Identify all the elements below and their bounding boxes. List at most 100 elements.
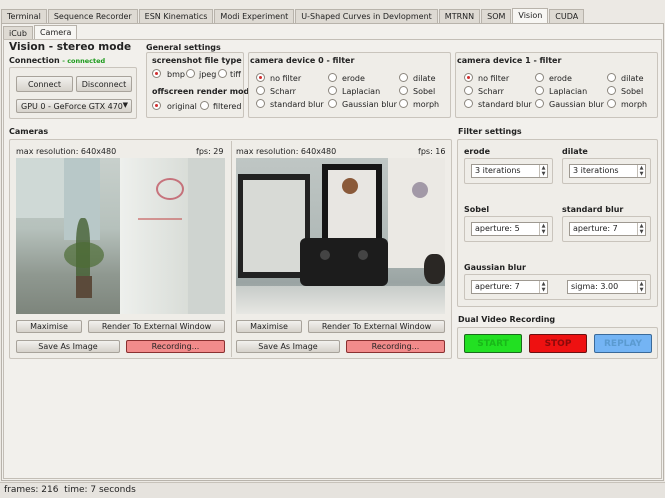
gpu-select-value: GPU 0 - GeForce GTX 470 [21, 101, 123, 111]
gaussian-sigma-spinbox[interactable]: sigma: 3.00 ▲ ▼ [567, 280, 646, 294]
tab-camera[interactable]: Camera [33, 25, 78, 40]
label-bmp: bmp [167, 70, 185, 79]
tab-vision[interactable]: Vision [512, 8, 549, 23]
camera0-view [16, 158, 225, 314]
tab-icub[interactable]: iCub [3, 26, 33, 40]
radio-tiff[interactable] [218, 69, 227, 78]
spin-arrows-icon[interactable]: ▲ ▼ [637, 223, 645, 235]
cam0-maximise-button[interactable]: Maximise [16, 320, 82, 333]
dilate-spinbox[interactable]: 3 iterations ▲ ▼ [569, 164, 646, 178]
f1-radio-standard-blur[interactable] [464, 99, 473, 108]
general-settings-title: General settings [146, 43, 221, 52]
tab-mtrnn[interactable]: MTRNN [438, 9, 481, 23]
spin-arrows-icon[interactable]: ▲ ▼ [539, 281, 547, 293]
camera1-view [236, 158, 445, 314]
cam1-maximise-button[interactable]: Maximise [236, 320, 302, 333]
f1-radio-sobel[interactable] [607, 86, 616, 95]
f0-label-no-filter: no filter [270, 74, 302, 83]
erode-label: erode [464, 147, 491, 156]
offscreen-title: offscreen render mode [152, 87, 255, 96]
standard-blur-value: aperture: 7 [573, 224, 618, 233]
f1-radio-dilate[interactable] [607, 73, 616, 82]
f1-label-standard-blur: standard blur [478, 100, 532, 109]
connect-button[interactable]: Connect [16, 76, 73, 92]
f1-label-scharr: Scharr [478, 87, 504, 96]
cam0-save-button[interactable]: Save As Image [16, 340, 120, 353]
stop-button[interactable]: STOP [529, 334, 587, 353]
gaussian-aperture-value: aperture: 7 [475, 282, 520, 291]
tab-cuda[interactable]: CUDA [549, 9, 585, 23]
cam1-save-button[interactable]: Save As Image [236, 340, 340, 353]
radio-bmp[interactable] [152, 69, 161, 78]
tab-modi-experiment[interactable]: Modi Experiment [214, 9, 295, 23]
gaussian-blur-label: Gaussian blur [464, 263, 526, 272]
dilate-label: dilate [562, 147, 588, 156]
f0-radio-sobel[interactable] [399, 86, 408, 95]
f1-label-dilate: dilate [621, 74, 644, 83]
sobel-spinbox[interactable]: aperture: 5 ▲ ▼ [471, 222, 548, 236]
cam1-fps: fps: 16 [418, 147, 446, 156]
sobel-value: aperture: 5 [475, 224, 520, 233]
radio-jpeg[interactable] [186, 69, 195, 78]
cam0-resolution: max resolution: 640x480 [16, 147, 117, 156]
erode-spinbox[interactable]: 3 iterations ▲ ▼ [471, 164, 548, 178]
standard-blur-label: standard blur [562, 205, 624, 214]
cam0-record-button[interactable]: Recording... [126, 340, 225, 353]
label-jpeg: jpeg [199, 70, 217, 79]
f1-label-no-filter: no filter [478, 74, 510, 83]
gaussian-aperture-spinbox[interactable]: aperture: 7 ▲ ▼ [471, 280, 548, 294]
f1-label-laplacian: Laplacian [549, 87, 588, 96]
spin-arrows-icon[interactable]: ▲ ▼ [637, 165, 645, 177]
page-title: Vision - stereo mode [9, 41, 132, 53]
f0-radio-laplacian[interactable] [328, 86, 337, 95]
tab-esn-kinematics[interactable]: ESN Kinematics [138, 9, 214, 23]
f1-radio-no-filter[interactable] [464, 73, 473, 82]
f1-radio-gaussian-blur[interactable] [535, 99, 544, 108]
f1-radio-laplacian[interactable] [535, 86, 544, 95]
f1-label-gaussian-blur: Gaussian blur [549, 100, 604, 109]
cam0-render-button[interactable]: Render To External Window [88, 320, 225, 333]
standard-blur-spinbox[interactable]: aperture: 7 ▲ ▼ [569, 222, 646, 236]
cam0-fps: fps: 29 [196, 147, 224, 156]
f0-radio-standard-blur[interactable] [256, 99, 265, 108]
connection-label: Connection [9, 56, 60, 65]
tab-terminal[interactable]: Terminal [1, 9, 47, 23]
gpu-select[interactable]: GPU 0 - GeForce GTX 470 ▼ [16, 99, 132, 113]
f1-radio-erode[interactable] [535, 73, 544, 82]
f0-label-erode: erode [342, 74, 365, 83]
label-tiff: tiff [230, 70, 241, 79]
tab-som[interactable]: SOM [481, 9, 512, 23]
f0-radio-dilate[interactable] [399, 73, 408, 82]
dual-recording-title: Dual Video Recording [458, 315, 556, 324]
f0-label-dilate: dilate [413, 74, 436, 83]
radio-filtered[interactable] [200, 101, 209, 110]
disconnect-button[interactable]: Disconnect [76, 76, 132, 92]
cam1-record-button[interactable]: Recording... [346, 340, 445, 353]
dilate-value: 3 iterations [573, 166, 619, 175]
f0-radio-erode[interactable] [328, 73, 337, 82]
f0-radio-morph[interactable] [399, 99, 408, 108]
f0-label-standard-blur: standard blur [270, 100, 324, 109]
f1-radio-scharr[interactable] [464, 86, 473, 95]
status-text: frames: 216 time: 7 seconds [4, 485, 136, 495]
connection-status: - connected [62, 57, 106, 65]
f0-radio-scharr[interactable] [256, 86, 265, 95]
f0-label-sobel: Sobel [413, 87, 436, 96]
f1-radio-morph[interactable] [607, 99, 616, 108]
radio-original[interactable] [152, 101, 161, 110]
spin-arrows-icon[interactable]: ▲ ▼ [539, 223, 547, 235]
f0-radio-no-filter[interactable] [256, 73, 265, 82]
tab-sequence-recorder[interactable]: Sequence Recorder [47, 9, 138, 23]
connection-header: Connection - connected [9, 56, 105, 65]
f0-radio-gaussian-blur[interactable] [328, 99, 337, 108]
spin-arrows-icon[interactable]: ▲ ▼ [539, 165, 547, 177]
start-button[interactable]: START [464, 334, 522, 353]
f0-label-laplacian: Laplacian [342, 87, 381, 96]
spin-arrows-icon[interactable]: ▲ ▼ [637, 281, 645, 293]
cam1-render-button[interactable]: Render To External Window [308, 320, 445, 333]
filter1-title: camera device 1 - filter [457, 56, 562, 65]
chevron-down-icon: ▼ [122, 101, 128, 109]
camera-divider [231, 141, 232, 357]
replay-button[interactable]: REPLAY [594, 334, 652, 353]
tab-u-shaped-curves[interactable]: U-Shaped Curves in Devlopment [295, 9, 438, 23]
